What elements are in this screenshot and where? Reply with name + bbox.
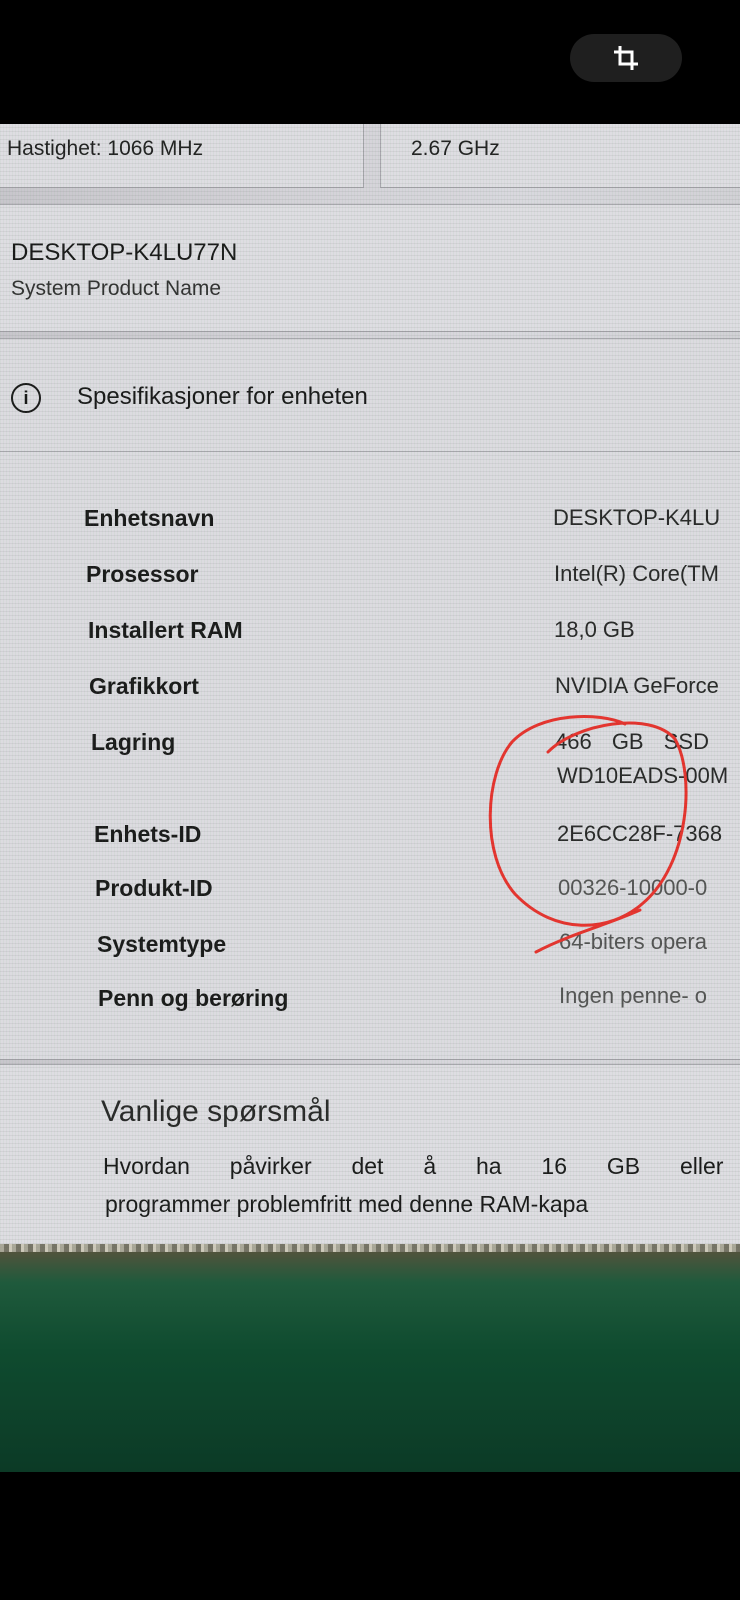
cpu-speed: 2.67 GHz [411,137,500,160]
faq-word: å [423,1153,437,1179]
spec-value-storage: 466 GB SSD [555,729,709,754]
specs-divider [0,451,740,452]
spec-value-device-id: 2E6CC28F-7368 [557,821,723,846]
spec-value-graphics-card: NVIDIA GeForce [555,673,719,698]
photo-of-monitor: Hastighet: 1066 MHz 2.67 GHz DESKTOP-K4L… [0,124,740,1472]
desk-surface [0,1252,740,1472]
faq-word: GB [606,1153,641,1179]
faq-word: ha [475,1153,502,1179]
device-name: DESKTOP-K4LU77N [11,239,238,266]
device-specs-card: i Spesifikasjoner for enheten Enhetsnavn… [0,338,740,1060]
cpu-speed-card: 2.67 GHz [380,124,740,188]
spec-label-processor: Prosessor [86,561,199,587]
spec-label-system-type: Systemtype [97,931,227,957]
spec-value-pen-touch: Ingen penne- o [559,983,708,1008]
spec-value-installed-ram: 18,0 GB [554,617,635,642]
faq-question[interactable]: Hvordan påvirker det å ha 16 GB eller me… [103,1153,740,1180]
spec-value-device-name: DESKTOP-K4LU [553,505,721,530]
faq-word: 16 [541,1153,568,1179]
faq-question-continued: programmer problemfritt med denne RAM-ka… [105,1191,589,1217]
spec-value-system-type: 64-biters opera [559,929,707,954]
faq-word: eller [679,1153,724,1179]
faq-word: påvirker [229,1153,312,1179]
spec-label-device-name: Enhetsnavn [84,505,215,531]
memory-speed-card: Hastighet: 1066 MHz [0,124,364,188]
spec-value-processor: Intel(R) Core(TM [554,561,720,586]
memory-speed: Hastighet: 1066 MHz [7,137,204,160]
info-icon: i [11,383,41,413]
specs-section-title[interactable]: Spesifikasjoner for enheten [77,383,368,411]
faq-title: Vanlige spørsmål [101,1095,331,1128]
faq-word: det [351,1153,384,1179]
spec-label-installed-ram: Installert RAM [88,617,243,643]
device-model: System Product Name [11,277,222,300]
spec-label-storage: Lagring [91,729,176,755]
device-header-card: DESKTOP-K4LU77N System Product Name [0,204,740,332]
faq-word: Hvordan [103,1153,190,1179]
spec-label-product-id: Produkt-ID [95,875,213,901]
spec-label-device-id: Enhets-ID [94,821,202,847]
spec-label-graphics-card: Grafikkort [89,673,199,699]
spec-value-storage-drive: WD10EADS-00M [557,763,729,788]
spec-value-product-id: 00326-10000-0 [558,875,708,900]
settings-screen: Hastighet: 1066 MHz 2.67 GHz DESKTOP-K4L… [0,124,740,1252]
crop-icon [614,46,638,70]
crop-button[interactable] [570,34,682,82]
spec-label-pen-touch: Penn og berøring [98,985,289,1011]
faq-card: Vanlige spørsmål Hvordan påvirker det å … [0,1064,740,1252]
